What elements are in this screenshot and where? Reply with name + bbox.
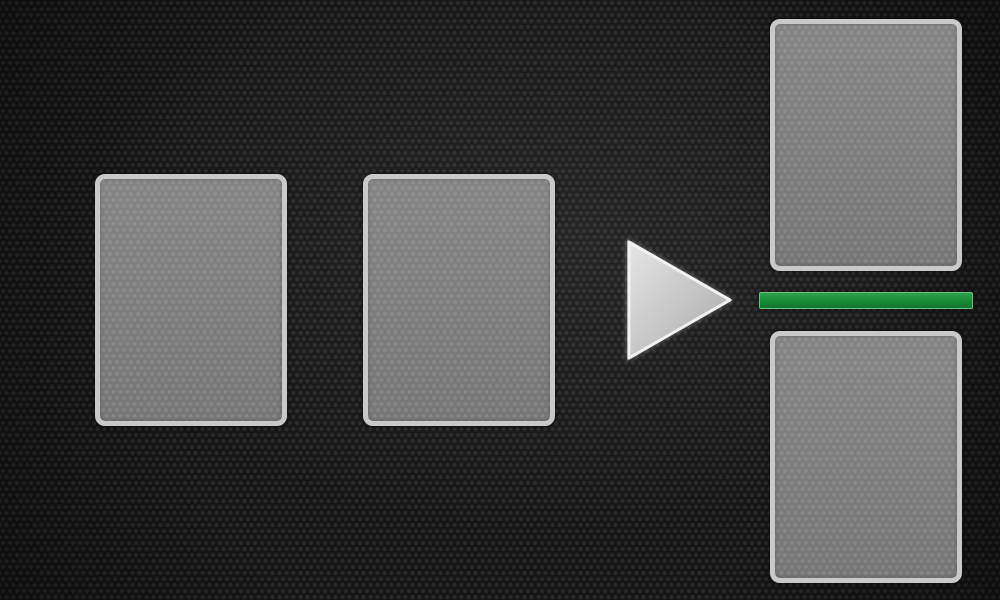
card-slot-upper-right[interactable] (770, 19, 962, 271)
card-slot-lower-right[interactable] (770, 331, 962, 583)
card-slot-center[interactable] (363, 174, 555, 426)
play-triangle-icon[interactable] (618, 232, 742, 368)
green-divider-bar (759, 292, 973, 309)
card-slot-left[interactable] (95, 174, 287, 426)
game-board (0, 0, 1000, 600)
